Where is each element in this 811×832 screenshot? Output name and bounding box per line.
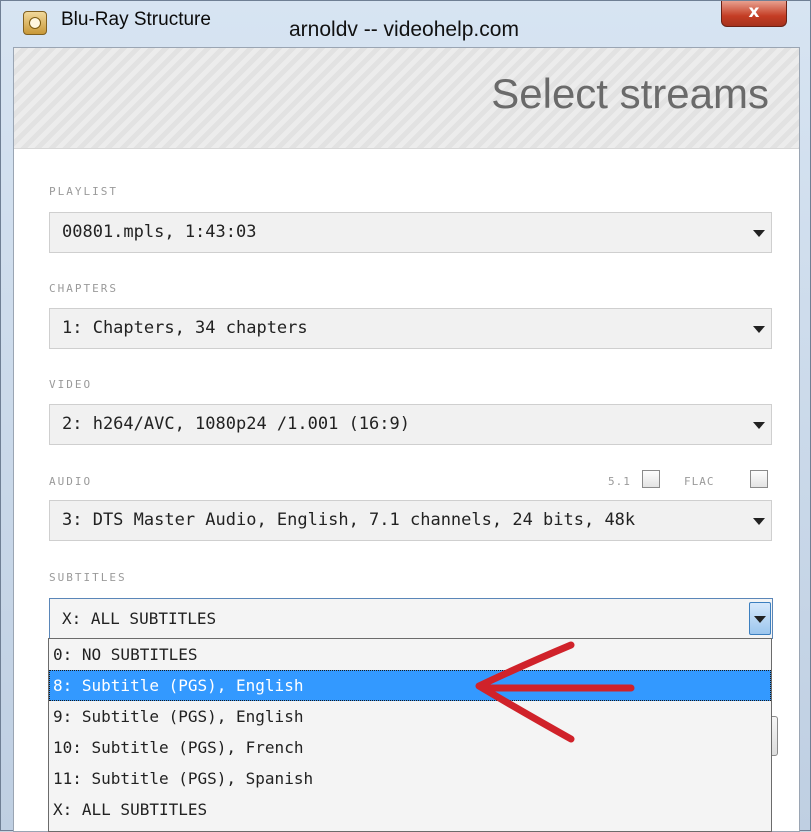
chevron-down-icon — [753, 326, 765, 333]
audio-label: AUDIO — [49, 475, 93, 488]
chapters-select[interactable]: 1: Chapters, 34 chapters — [49, 308, 772, 349]
playlist-label: PLAYLIST — [49, 185, 118, 198]
audio-select[interactable]: 3: DTS Master Audio, English, 7.1 channe… — [49, 500, 772, 541]
annotation-arrow-icon — [475, 641, 635, 743]
chevron-down-icon — [753, 518, 765, 525]
close-button[interactable]: x — [721, 1, 787, 27]
audio-51-checkbox[interactable] — [642, 470, 660, 488]
dropdown-button[interactable] — [749, 602, 771, 635]
audio-flac-checkbox[interactable] — [750, 470, 768, 488]
close-icon: x — [748, 2, 760, 22]
dropdown-option[interactable]: 0: NO SUBTITLES — [49, 639, 771, 670]
dropdown-option[interactable]: 11: Subtitle (PGS), Spanish — [49, 763, 771, 794]
title-bar[interactable]: Blu-Ray Structure arnoldv -- videohelp.c… — [1, 1, 811, 47]
dropdown-option-selected[interactable]: 8: Subtitle (PGS), English — [49, 670, 771, 701]
app-window: Blu-Ray Structure arnoldv -- videohelp.c… — [0, 0, 811, 832]
video-value: 2: h264/AVC, 1080p24 /1.001 (16:9) — [62, 414, 410, 434]
window-title: Blu-Ray Structure — [61, 9, 211, 30]
playlist-value: 00801.mpls, 1:43:03 — [62, 222, 257, 242]
chevron-down-icon — [754, 616, 766, 623]
disc-app-icon — [23, 11, 47, 35]
audio-flac-label: FLAC — [684, 475, 715, 488]
chapters-label: CHAPTERS — [49, 282, 118, 295]
page-header: Select streams — [14, 48, 799, 149]
video-select[interactable]: 2: h264/AVC, 1080p24 /1.001 (16:9) — [49, 404, 772, 445]
playlist-select[interactable]: 00801.mpls, 1:43:03 — [49, 212, 772, 253]
dropdown-option[interactable]: 9: Subtitle (PGS), English — [49, 701, 771, 732]
subtitles-select[interactable]: X: ALL SUBTITLES — [49, 598, 773, 639]
subtitles-label: SUBTITLES — [49, 571, 127, 584]
page-title: Select streams — [491, 70, 769, 117]
chevron-down-icon — [753, 230, 765, 237]
video-label: VIDEO — [49, 378, 93, 391]
chapters-value: 1: Chapters, 34 chapters — [62, 318, 308, 338]
dropdown-option[interactable]: X: ALL SUBTITLES — [49, 794, 771, 825]
credit-text: arnoldv -- videohelp.com — [289, 18, 519, 41]
dropdown-option[interactable]: 10: Subtitle (PGS), French — [49, 732, 771, 763]
subtitles-dropdown-list: 0: NO SUBTITLES 8: Subtitle (PGS), Engli… — [48, 638, 772, 832]
chevron-down-icon — [753, 422, 765, 429]
audio-value: 3: DTS Master Audio, English, 7.1 channe… — [62, 510, 636, 530]
audio-51-label: 5.1 — [608, 475, 631, 488]
